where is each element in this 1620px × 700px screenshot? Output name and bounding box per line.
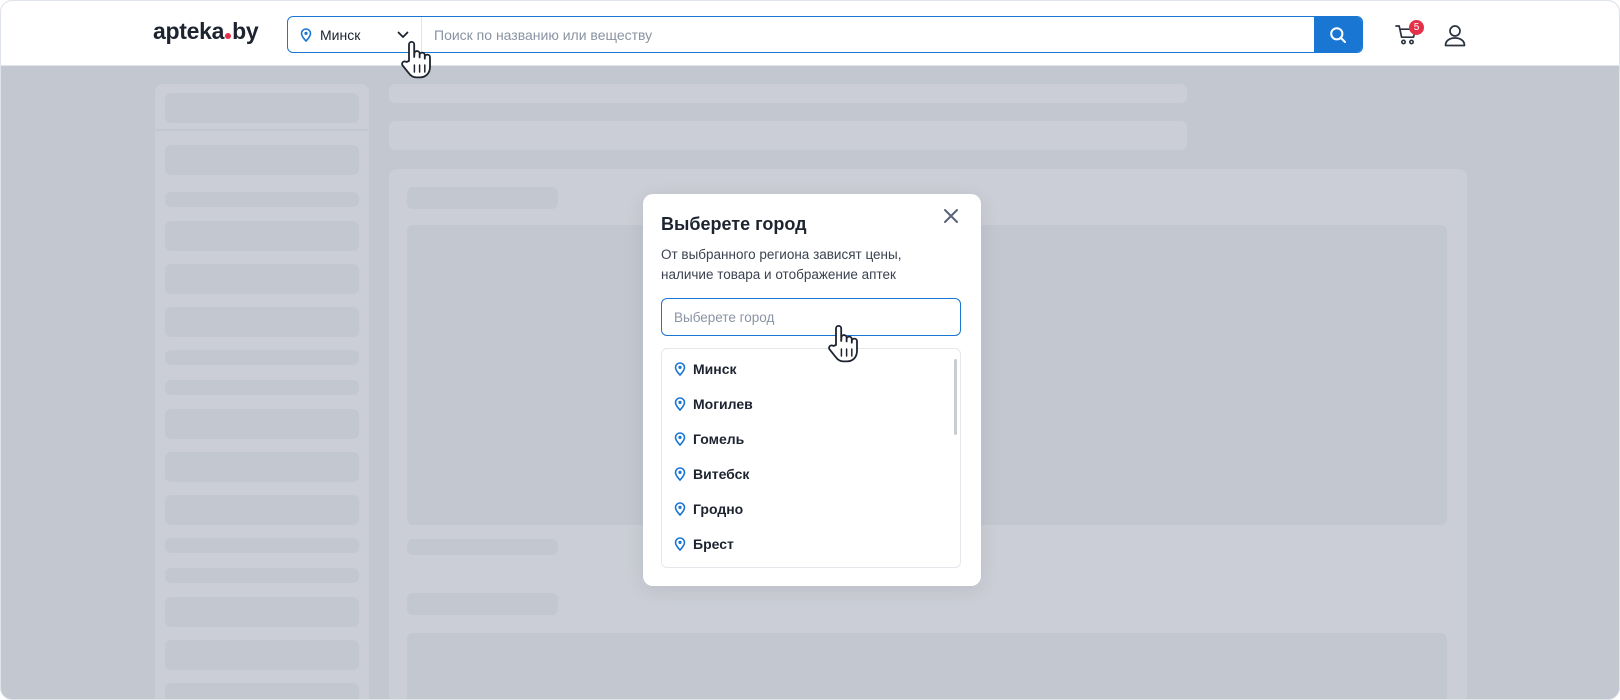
location-pin-icon (300, 27, 312, 42)
logo-tld: by (232, 18, 259, 44)
city-item-vitebsk[interactable]: Витебск (662, 456, 960, 491)
city-item-grodno[interactable]: Гродно (662, 491, 960, 526)
top-header: apteka by Минск 5 (1, 1, 1619, 66)
city-item-mogilev[interactable]: Могилев (662, 386, 960, 421)
city-search-input[interactable] (661, 298, 961, 336)
city-item-label: Могилев (693, 395, 753, 412)
profile-button[interactable] (1441, 21, 1469, 49)
close-icon (943, 208, 959, 224)
search-button[interactable] (1314, 17, 1362, 52)
location-pin-icon (674, 396, 686, 411)
user-icon (1443, 23, 1467, 47)
search-input[interactable] (422, 17, 1314, 52)
city-item-brest[interactable]: Брест (662, 526, 960, 561)
search-bar: Минск (287, 16, 1363, 53)
cart-button[interactable]: 5 (1393, 20, 1424, 49)
location-pin-icon (674, 431, 686, 446)
city-item-label: Брест (693, 535, 734, 552)
location-pin-icon (674, 466, 686, 481)
location-pin-icon (674, 536, 686, 551)
city-item-minsk[interactable]: Минск (662, 351, 960, 386)
logo-dot (225, 33, 232, 39)
logo[interactable]: apteka by (153, 18, 259, 45)
location-pin-icon (674, 501, 686, 516)
city-item-label: Минск (693, 360, 737, 377)
cart-count-badge: 5 (1409, 20, 1424, 35)
city-list-scrollbar[interactable] (954, 359, 957, 435)
location-pin-icon (674, 361, 686, 376)
modal-description: От выбранного региона зависят цены, нали… (661, 247, 902, 282)
city-selector-label: Минск (320, 26, 361, 43)
close-button[interactable] (939, 204, 963, 228)
city-item-label: Гомель (693, 430, 745, 447)
city-modal: Выберете город От выбранного региона зав… (643, 194, 981, 586)
city-item-label: Гродно (693, 500, 744, 517)
city-list[interactable]: Минск Могилев Гомель Витебск Гродно Брес… (661, 348, 961, 568)
search-icon (1329, 26, 1347, 44)
logo-text: apteka (153, 18, 225, 44)
chevron-down-icon (397, 31, 409, 39)
modal-title: Выберете город (661, 214, 807, 234)
app-window: apteka by Минск 5 (0, 0, 1620, 700)
city-item-gomel[interactable]: Гомель (662, 421, 960, 456)
city-selector[interactable]: Минск (288, 17, 422, 52)
city-item-label: Витебск (693, 465, 750, 482)
